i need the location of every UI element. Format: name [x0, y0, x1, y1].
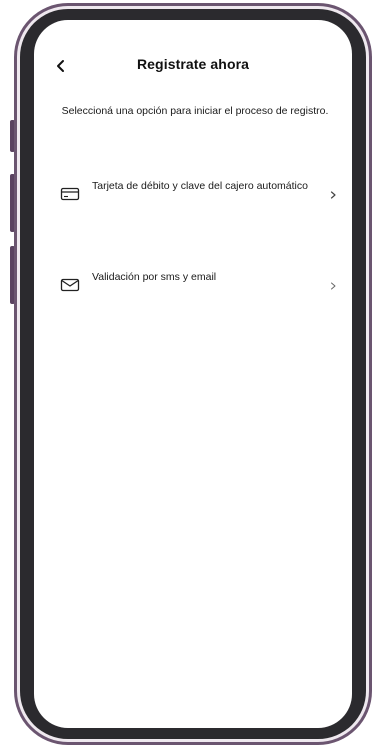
- envelope-icon: [60, 277, 80, 293]
- credit-card-icon: [60, 186, 80, 202]
- phone-frame: Registrate ahora Seleccioná una opción p…: [14, 3, 372, 745]
- option-sms-email-label: Validación por sms y email: [92, 271, 217, 283]
- option-sms-email[interactable]: Validación por sms y email: [54, 270, 338, 300]
- option-debit-card-label: Tarjeta de débito y clave del cajero aut…: [92, 180, 308, 192]
- chevron-right-icon: [328, 187, 338, 199]
- instruction-text: Seleccioná una opción para iniciar el pr…: [61, 105, 329, 117]
- page-title: Registrate ahora: [136, 56, 250, 72]
- option-debit-card[interactable]: Tarjeta de débito y clave del cajero aut…: [54, 180, 338, 220]
- chevron-right-icon: [328, 278, 338, 290]
- header: Registrate ahora: [34, 52, 352, 82]
- app-screen: Registrate ahora Seleccioná una opción p…: [34, 20, 352, 728]
- device-mockup: Registrate ahora Seleccioná una opción p…: [0, 0, 376, 749]
